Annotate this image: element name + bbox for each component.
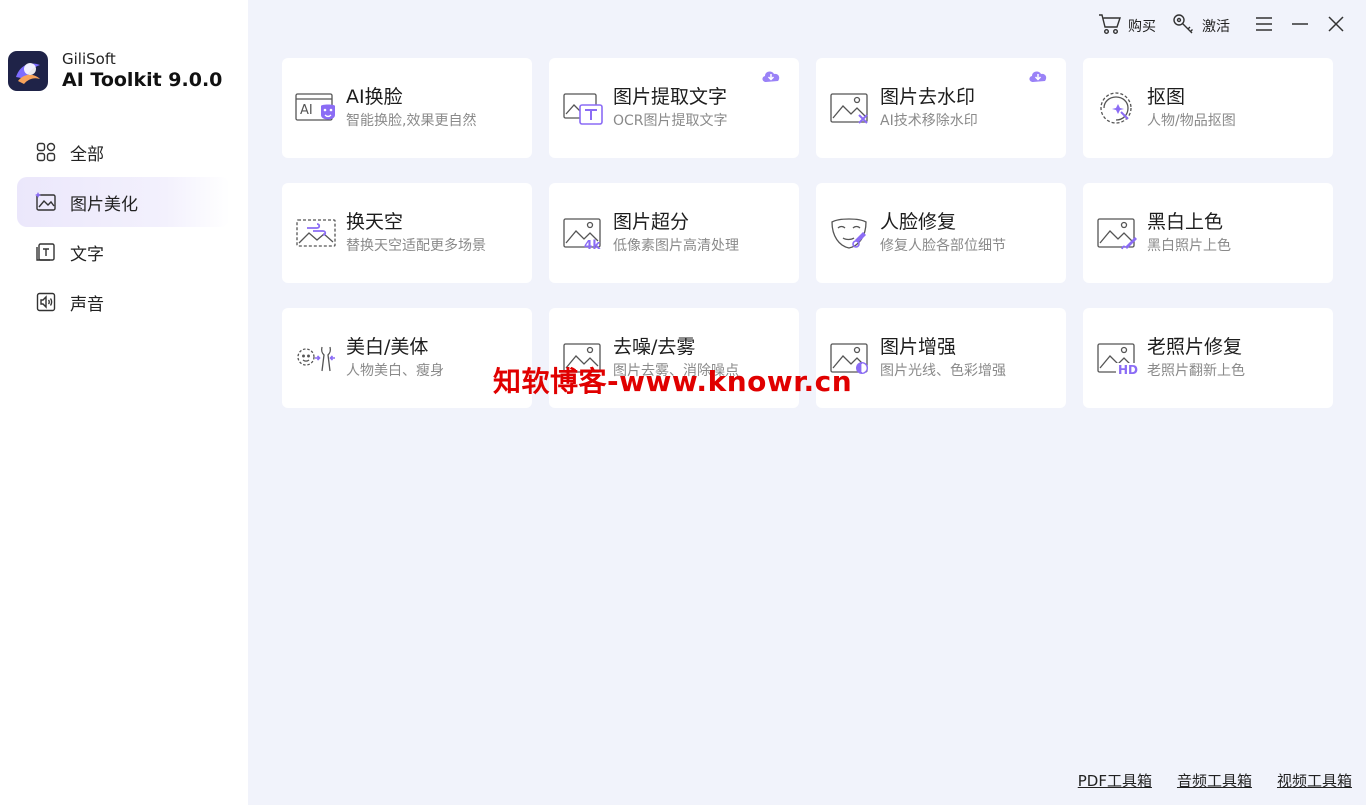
app-logo: [8, 51, 48, 91]
brand: GiliSoft AI Toolkit 9.0.0: [8, 50, 222, 92]
tools-grid: AI AI换脸 智能换脸,效果更自然 图片提取文字 OCR图片提取文字 图片去水…: [282, 58, 1333, 408]
tool-card-sky-replace[interactable]: 换天空 替换天空适配更多场景: [282, 183, 532, 283]
tool-desc: 人物/物品抠图: [1147, 113, 1236, 129]
colorize-icon: [1096, 216, 1138, 250]
activate-label: 激活: [1202, 19, 1230, 35]
face-restore-icon: [829, 216, 871, 250]
sidebar-item-label: 图片美化: [70, 194, 138, 215]
svg-text:HD: HD: [1118, 363, 1138, 375]
brand-product: AI Toolkit 9.0.0: [62, 69, 223, 91]
tool-card-cutout[interactable]: 抠图 人物/物品抠图: [1083, 58, 1333, 158]
image-icon: [35, 191, 57, 213]
sidebar-item-label: 声音: [70, 294, 104, 315]
tool-card-ocr[interactable]: 图片提取文字 OCR图片提取文字: [549, 58, 799, 158]
tool-desc: 修复人脸各部位细节: [880, 238, 1006, 254]
tool-desc: 图片光线、色彩增强: [880, 363, 1006, 379]
activate-button[interactable]: 激活: [1172, 12, 1230, 40]
sidebar-item-all[interactable]: 全部: [17, 127, 230, 177]
close-icon: [1327, 15, 1345, 37]
cloud-download-icon: [761, 68, 781, 84]
key-icon: [1172, 13, 1196, 39]
sidebar-nav: 全部 图片美化 文字 声音: [17, 127, 230, 327]
footer-links: PDF工具箱 音频工具箱 视频工具箱: [1053, 770, 1352, 791]
cutout-icon: [1096, 91, 1138, 125]
face-swap-icon: AI: [295, 91, 337, 125]
audio-icon: [35, 291, 57, 313]
sidebar-item-label: 文字: [70, 244, 104, 265]
tool-title: 美白/美体: [346, 336, 429, 358]
tool-desc: 老照片翻新上色: [1147, 363, 1245, 379]
tool-desc: AI技术移除水印: [880, 113, 978, 129]
tool-title: 抠图: [1147, 86, 1186, 108]
tool-card-super-resolution[interactable]: 4k 图片超分 低像素图片高清处理: [549, 183, 799, 283]
sidebar-item-audio[interactable]: 声音: [17, 277, 230, 327]
buy-button[interactable]: 购买: [1098, 12, 1156, 40]
sidebar-item-text[interactable]: 文字: [17, 227, 230, 277]
tool-card-old-photo[interactable]: HD 老照片修复 老照片翻新上色: [1083, 308, 1333, 408]
sidebar-item-label: 全部: [70, 144, 104, 165]
video-toolbox-link[interactable]: 视频工具箱: [1277, 770, 1352, 791]
cloud-download-icon: [1028, 68, 1048, 84]
tool-title: 图片去水印: [880, 86, 976, 108]
tool-card-face-swap[interactable]: AI AI换脸 智能换脸,效果更自然: [282, 58, 532, 158]
menu-button[interactable]: [1250, 12, 1278, 40]
tool-desc: OCR图片提取文字: [613, 113, 728, 129]
tool-card-face-restore[interactable]: 人脸修复 修复人脸各部位细节: [816, 183, 1066, 283]
tool-title: 图片超分: [613, 211, 690, 233]
tool-title: 图片增强: [880, 336, 957, 358]
old-photo-icon: HD: [1096, 341, 1138, 377]
beautify-icon: [295, 341, 337, 375]
tool-desc: 智能换脸,效果更自然: [346, 113, 477, 129]
sidebar-item-image-beautify[interactable]: 图片美化: [17, 177, 230, 227]
sky-replace-icon: [295, 216, 337, 250]
super-resolution-icon: 4k: [562, 216, 604, 252]
brand-company: GiliSoft: [62, 50, 116, 68]
grid-icon: [35, 141, 57, 163]
tool-card-colorize[interactable]: 黑白上色 黑白照片上色: [1083, 183, 1333, 283]
audio-toolbox-link[interactable]: 音频工具箱: [1177, 770, 1252, 791]
menu-icon: [1255, 16, 1273, 36]
ocr-icon: [562, 91, 604, 125]
tool-desc: 低像素图片高清处理: [613, 238, 739, 254]
svg-text:4k: 4k: [584, 238, 601, 250]
minimize-icon: [1291, 16, 1309, 36]
title-bar: 购买 激活: [1084, 12, 1350, 40]
close-button[interactable]: [1322, 12, 1350, 40]
tool-desc: 替换天空适配更多场景: [346, 238, 486, 254]
remove-watermark-icon: [829, 91, 871, 125]
sidebar: GiliSoft AI Toolkit 9.0.0 全部 图片美化 文字 声音: [0, 0, 248, 805]
buy-label: 购买: [1128, 19, 1156, 35]
tool-card-enhance[interactable]: 图片增强 图片光线、色彩增强: [816, 308, 1066, 408]
minimize-button[interactable]: [1286, 12, 1314, 40]
tool-title: 去噪/去雾: [613, 336, 696, 358]
tool-title: AI换脸: [346, 86, 403, 108]
svg-text:AI: AI: [300, 103, 313, 118]
tool-title: 老照片修复: [1147, 336, 1243, 358]
tool-title: 换天空: [346, 211, 404, 233]
watermark-text: 知软博客-www.knowr.cn: [493, 365, 853, 398]
tool-desc: 黑白照片上色: [1147, 238, 1231, 254]
tool-title: 黑白上色: [1147, 211, 1224, 233]
tool-card-remove-watermark[interactable]: 图片去水印 AI技术移除水印: [816, 58, 1066, 158]
text-icon: [35, 241, 57, 263]
tool-title: 人脸修复: [880, 211, 957, 233]
tool-desc: 人物美白、瘦身: [346, 363, 444, 379]
cart-icon: [1098, 13, 1122, 39]
tool-title: 图片提取文字: [613, 86, 728, 108]
pdf-toolbox-link[interactable]: PDF工具箱: [1078, 770, 1152, 791]
